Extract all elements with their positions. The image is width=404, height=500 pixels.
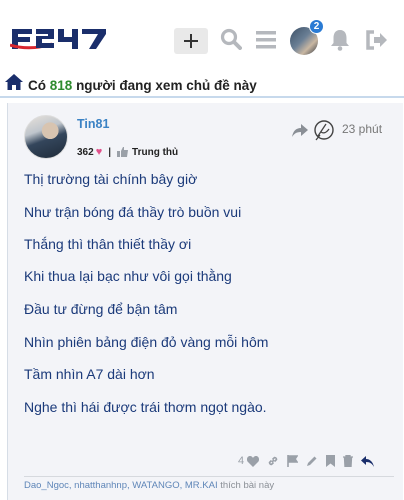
home-icon[interactable] — [5, 74, 23, 90]
post-line: Như trận bóng đá thầy trò buồn vui — [24, 204, 242, 220]
liked-by-suffix: thích bài này — [220, 480, 275, 491]
copy-link-button[interactable] — [267, 455, 279, 467]
pencil-icon — [307, 456, 317, 466]
bookmark-icon — [326, 455, 336, 467]
site-logo[interactable] — [10, 25, 108, 53]
flag-button[interactable] — [287, 455, 299, 467]
post-line: Nghe thì hái được trái thơm ngọt ngào. — [24, 399, 267, 415]
notification-badge: 2 — [309, 19, 324, 34]
heart-icon — [247, 455, 260, 467]
post-line: Đầu tư đừng để bận tâm — [24, 301, 178, 317]
reply-button[interactable] — [361, 455, 375, 467]
post-line: Khi thua lại bạc như vôi gọi thằng — [24, 268, 232, 284]
post-line: Thị trường tài chính bây giờ — [24, 171, 198, 187]
viewers-prefix: Có — [28, 78, 46, 93]
post-top-icons — [292, 118, 336, 144]
post-line: Tầm nhìn A7 dài hơn — [24, 366, 155, 382]
post-actions: 4 — [238, 455, 382, 467]
new-topic-button[interactable] — [174, 28, 208, 54]
viewers-text: Có 818 người đang xem chủ đề này — [28, 78, 257, 93]
post-author-meta: 362 ♥ | Trung thủ — [77, 146, 178, 158]
reply-icon — [361, 455, 375, 467]
post-divider — [24, 476, 394, 477]
rank-icon — [117, 147, 129, 157]
bookmark-button[interactable] — [326, 455, 336, 467]
liked-by-names[interactable]: Dao_Ngoc, nhatthanhnp, WATANGO, MR.KAI — [24, 480, 218, 491]
likes-received: 362 — [77, 146, 94, 158]
post-line: Nhìn phiên bảng điện đỏ vàng mỗi hôm — [24, 334, 269, 350]
like-button[interactable]: 4 — [238, 455, 260, 467]
top-bar: 2 — [0, 0, 404, 72]
bell-icon[interactable] — [330, 29, 350, 51]
trash-icon — [343, 455, 354, 467]
post-line: Thắng thì thân thiết thầy ơi — [24, 236, 192, 252]
post-author-name[interactable]: Tin81 — [77, 117, 109, 131]
logout-icon[interactable] — [366, 30, 388, 50]
viewers-count: 818 — [49, 78, 73, 93]
post-author-avatar[interactable] — [24, 115, 68, 159]
heart-icon: ♥ — [95, 146, 103, 158]
viewers-suffix: người đang xem chủ đề này — [76, 78, 257, 93]
flag-icon — [287, 455, 299, 467]
search-icon[interactable] — [220, 28, 242, 50]
edit-button[interactable] — [306, 455, 318, 467]
link-icon — [268, 456, 278, 466]
reaction-doodle-icon[interactable] — [312, 118, 336, 144]
like-count: 4 — [238, 455, 245, 467]
delete-button[interactable] — [343, 455, 354, 467]
plus-icon — [184, 34, 198, 48]
author-rank: Trung thủ — [132, 146, 179, 158]
menu-icon[interactable] — [256, 31, 276, 49]
meta-divider: | — [108, 146, 112, 158]
viewers-bar: Có 818 người đang xem chủ đề này — [0, 72, 404, 98]
reply-arrow-icon[interactable] — [292, 124, 308, 138]
liked-by-text: Dao_Ngoc, nhatthanhnp, WATANGO, MR.KAI t… — [24, 480, 274, 491]
post-time[interactable]: 23 phút — [342, 122, 382, 136]
user-avatar-button[interactable]: 2 — [290, 19, 324, 55]
